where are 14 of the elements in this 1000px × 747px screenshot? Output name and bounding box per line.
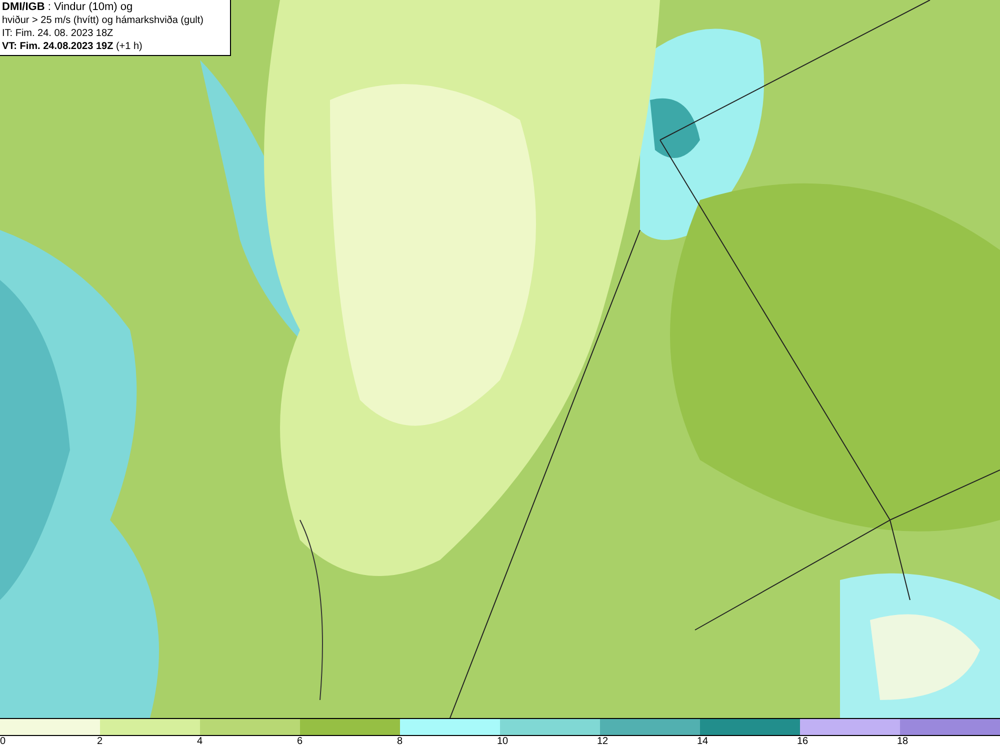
scale-label: 2 — [97, 736, 103, 747]
legend-text: hviður > 25 m/s (hvítt) og hámarkshviða (gult) — [2, 14, 204, 27]
scale-label: 8 — [397, 736, 403, 747]
scale-label: 12 — [597, 736, 608, 747]
legend-text: VT: Fim. 24.08.2023 19Z (+1 h) — [2, 40, 144, 53]
scale-label: 10 — [497, 736, 508, 747]
scale-label: 18 — [897, 736, 908, 747]
scale-label: 6 — [297, 736, 303, 747]
scale-label: 0 — [0, 736, 6, 747]
scale-label: 16 — [797, 736, 808, 747]
scale-label: 14 — [697, 736, 708, 747]
legend-text: IT: Fim. 24. 08. 2023 18Z — [2, 27, 114, 40]
legend-text: DMI/IGB : Vindur (10m) og — [2, 1, 134, 14]
scale-label: 4 — [197, 736, 203, 747]
